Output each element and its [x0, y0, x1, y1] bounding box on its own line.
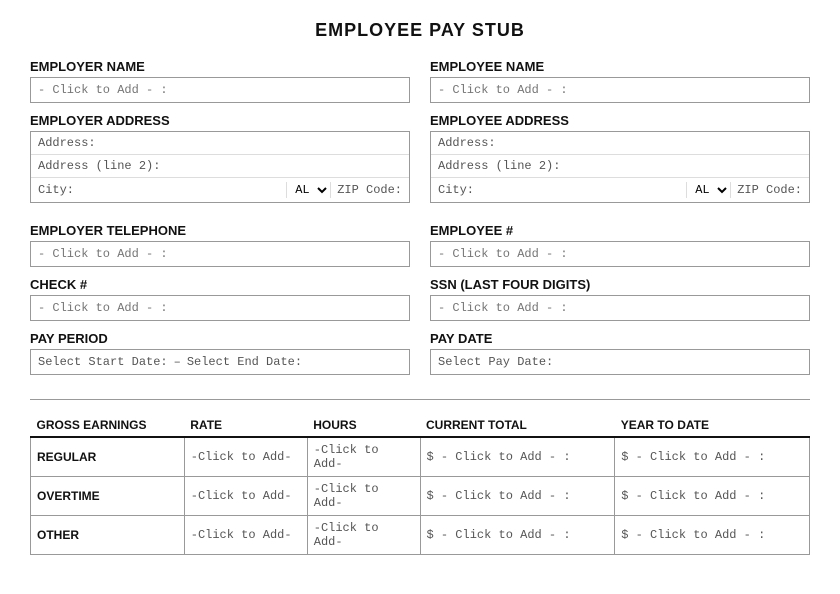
employee-address-line2: Address (line 2): — [431, 155, 809, 178]
employer-telephone-input[interactable] — [30, 241, 410, 267]
employee-name-group: EMPLOYEE NAME — [430, 59, 810, 103]
th-current: CURRENT TOTAL — [420, 414, 615, 437]
employer-telephone-group: EMPLOYER TELEPHONE — [30, 223, 410, 267]
employer-telephone-label: EMPLOYER TELEPHONE — [30, 223, 410, 238]
earnings-rate-1[interactable]: -Click to Add- — [184, 477, 307, 516]
th-ytd: YEAR TO DATE — [615, 414, 810, 437]
earnings-row-label-2: OTHER — [31, 516, 185, 555]
earnings-row: OVERTIME -Click to Add- -Click to Add- $… — [31, 477, 810, 516]
pay-date-group: PAY DATE Select Pay Date: — [430, 331, 810, 375]
pay-period-label: PAY PERIOD — [30, 331, 410, 346]
employee-state-select[interactable]: AL AK AZ AR CA — [686, 182, 731, 198]
employee-name-label: EMPLOYEE NAME — [430, 59, 810, 74]
pay-period-group: PAY PERIOD Select Start Date: – Select E… — [30, 331, 410, 375]
employee-address-group: EMPLOYEE ADDRESS Address: Address (line … — [430, 113, 810, 203]
ssn-label: SSN (LAST FOUR DIGITS) — [430, 277, 810, 292]
th-hours: HOURS — [307, 414, 420, 437]
employer-address-box: Address: Address (line 2): City: AL AK A… — [30, 131, 410, 203]
th-gross: GROSS EARNINGS — [31, 414, 185, 437]
employee-address-box: Address: Address (line 2): City: AL AK A… — [430, 131, 810, 203]
pay-period-box[interactable]: Select Start Date: – Select End Date: — [30, 349, 410, 375]
earnings-hours-1[interactable]: -Click to Add- — [307, 477, 420, 516]
employer-name-label: EMPLOYER NAME — [30, 59, 410, 74]
check-number-label: CHECK # — [30, 277, 410, 292]
ssn-group: SSN (LAST FOUR DIGITS) — [430, 277, 810, 321]
employer-address-line1: Address: — [31, 132, 409, 155]
check-number-input[interactable] — [30, 295, 410, 321]
pay-date-box[interactable]: Select Pay Date: — [430, 349, 810, 375]
employer-name-group: EMPLOYER NAME — [30, 59, 410, 103]
check-number-group: CHECK # — [30, 277, 410, 321]
employer-address-label: EMPLOYER ADDRESS — [30, 113, 410, 128]
earnings-table: GROSS EARNINGS RATE HOURS CURRENT TOTAL … — [30, 414, 810, 555]
earnings-hours-2[interactable]: -Click to Add- — [307, 516, 420, 555]
employee-number-group: EMPLOYEE # — [430, 223, 810, 267]
employer-state-select[interactable]: AL AK AZ AR CA — [286, 182, 331, 198]
earnings-ytd-1[interactable]: $ - Click to Add - : — [615, 477, 810, 516]
section-divider — [30, 399, 810, 400]
earnings-ytd-2[interactable]: $ - Click to Add - : — [615, 516, 810, 555]
employee-name-input[interactable] — [430, 77, 810, 103]
employee-number-label: EMPLOYEE # — [430, 223, 810, 238]
employer-address-group: EMPLOYER ADDRESS Address: Address (line … — [30, 113, 410, 203]
earnings-current-1[interactable]: $ - Click to Add - : — [420, 477, 615, 516]
earnings-rate-2[interactable]: -Click to Add- — [184, 516, 307, 555]
pay-date-label: PAY DATE — [430, 331, 810, 346]
ssn-input[interactable] — [430, 295, 810, 321]
earnings-ytd-0[interactable]: $ - Click to Add - : — [615, 437, 810, 477]
earnings-row-label-1: OVERTIME — [31, 477, 185, 516]
earnings-current-2[interactable]: $ - Click to Add - : — [420, 516, 615, 555]
page-title: EMPLOYEE PAY STUB — [30, 20, 810, 41]
earnings-row: OTHER -Click to Add- -Click to Add- $ - … — [31, 516, 810, 555]
earnings-rate-0[interactable]: -Click to Add- — [184, 437, 307, 477]
earnings-current-0[interactable]: $ - Click to Add - : — [420, 437, 615, 477]
earnings-hours-0[interactable]: -Click to Add- — [307, 437, 420, 477]
th-rate: RATE — [184, 414, 307, 437]
employee-number-input[interactable] — [430, 241, 810, 267]
employee-address-city-row: City: AL AK AZ AR CA ZIP Code: — [431, 178, 809, 202]
employer-name-input[interactable] — [30, 77, 410, 103]
earnings-row-label-0: REGULAR — [31, 437, 185, 477]
earnings-row: REGULAR -Click to Add- -Click to Add- $ … — [31, 437, 810, 477]
employee-address-line1: Address: — [431, 132, 809, 155]
employer-address-city-row: City: AL AK AZ AR CA ZIP Code: — [31, 178, 409, 202]
employee-address-label: EMPLOYEE ADDRESS — [430, 113, 810, 128]
employer-address-line2: Address (line 2): — [31, 155, 409, 178]
